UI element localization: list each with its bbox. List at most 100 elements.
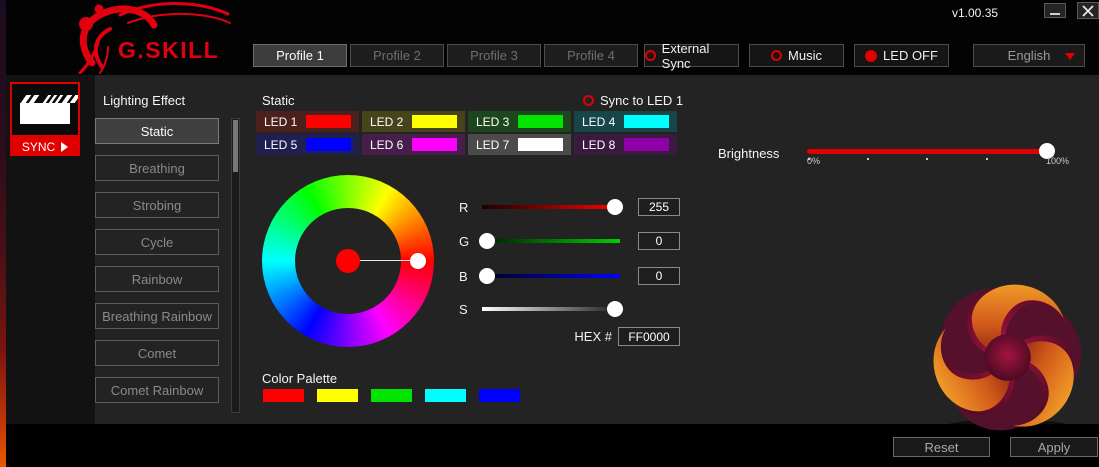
palette-swatch-0000ff[interactable] [479,389,520,402]
brightness-slider-track[interactable] [807,149,1047,154]
arrow-right-icon [61,142,68,152]
effects-scrollbar-thumb[interactable] [233,120,238,172]
palette-swatch-ff0000[interactable] [263,389,304,402]
brightness-label: Brightness [718,146,779,161]
g-slider-label: G [459,234,469,249]
effect-breathing-rainbow[interactable]: Breathing Rainbow [95,303,219,329]
led-cell-led-4[interactable]: LED 4 [574,111,677,132]
effect-rainbow[interactable]: Rainbow [95,266,219,292]
b-slider-track[interactable] [482,274,620,278]
header-toggle-bar: External Sync Music LED OFF [644,44,949,67]
b-value-input[interactable]: 0 [638,267,680,285]
music-button[interactable]: Music [749,44,844,67]
minimize-icon [1050,13,1060,15]
selected-color-preview [336,249,360,273]
led-cell-led-6[interactable]: LED 6 [362,134,465,155]
s-slider-handle[interactable] [607,301,623,317]
sync-label: SYNC [22,140,55,154]
effects-scrollbar[interactable] [231,118,240,413]
external-sync-button[interactable]: External Sync [644,44,739,67]
tab-profile-4[interactable]: Profile 4 [544,44,638,67]
close-button[interactable] [1077,2,1099,19]
b-slider-row: B 0 [459,267,684,285]
g-slider-row: G 0 [459,232,684,250]
minimize-button[interactable] [1044,3,1066,18]
led-label: LED 5 [264,138,297,152]
music-label: Music [788,48,822,63]
close-icon [1082,5,1094,17]
effect-comet[interactable]: Comet [95,340,219,366]
reset-button[interactable]: Reset [893,437,990,457]
hex-value-input[interactable]: FF0000 [618,327,680,346]
led-cell-led-5[interactable]: LED 5 [256,134,359,155]
led-label: LED 3 [476,115,509,129]
led-cell-led-8[interactable]: LED 8 [574,134,677,155]
led-dot-icon [865,50,877,62]
brightness-tick [867,158,869,160]
led-color-swatch [412,115,457,128]
r-slider-row: R 255 [459,198,684,216]
effect-comet-rainbow[interactable]: Comet Rainbow [95,377,219,403]
radio-ring-icon [771,50,782,61]
r-value-input[interactable]: 255 [638,198,680,216]
brightness-tick [986,158,988,160]
s-slider-row: S [459,300,684,318]
color-palette [263,389,520,402]
external-sync-label: External Sync [662,41,738,71]
led-label: LED 6 [370,138,403,152]
tab-profile-2[interactable]: Profile 2 [350,44,444,67]
effects-list: Static Breathing Strobing Cycle Rainbow Breat… [95,118,219,403]
sync-to-led1-toggle[interactable]: Sync to LED 1 [583,93,683,108]
led-cell-led-1[interactable]: LED 1 [256,111,359,132]
b-slider-handle[interactable] [479,268,495,284]
r-slider-label: R [459,200,468,215]
version-label: v1.00.35 [952,6,998,20]
gskill-logo: G.SKILL [62,1,232,74]
led-cell-led-7[interactable]: LED 7 [468,134,571,155]
radio-ring-icon [645,50,656,61]
hex-label: HEX # [560,329,612,344]
led-label: LED 7 [476,138,509,152]
edge-gradient-strip [0,0,6,467]
color-palette-title: Color Palette [262,371,337,386]
r-slider-handle[interactable] [607,199,623,215]
palette-swatch-00e400[interactable] [371,389,412,402]
led-color-swatch [624,115,669,128]
effect-strobing[interactable]: Strobing [95,192,219,218]
g-value-input[interactable]: 0 [638,232,680,250]
svg-text:G.SKILL: G.SKILL [118,37,219,63]
effect-static[interactable]: Static [95,118,219,144]
color-wheel-handle[interactable] [410,253,426,269]
g-slider-track[interactable] [482,239,620,243]
apply-button[interactable]: Apply [1010,437,1098,457]
s-slider-track[interactable] [482,307,620,311]
led-label: LED 2 [370,115,403,129]
tab-profile-1[interactable]: Profile 1 [253,44,347,67]
b-slider-label: B [459,269,468,284]
led-color-swatch [518,138,563,151]
led-label: LED 1 [264,115,297,129]
brightness-max-label: 100% [1046,156,1069,166]
swirl-emblem [930,280,1085,435]
chevron-down-icon [1065,53,1075,60]
led-cell-led-2[interactable]: LED 2 [362,111,465,132]
sync-device-button[interactable]: SYNC [10,137,80,156]
palette-swatch-ffff00[interactable] [317,389,358,402]
effect-cycle[interactable]: Cycle [95,229,219,255]
led-color-swatch [306,115,351,128]
gskill-lighting-app: G.SKILL v1.00.35 Profile 1Profile 2Profi… [0,0,1099,467]
g-slider-handle[interactable] [479,233,495,249]
tab-profile-3[interactable]: Profile 3 [447,44,541,67]
device-thumbnail-sync[interactable] [10,82,80,137]
palette-swatch-00ffff[interactable] [425,389,466,402]
led-off-button[interactable]: LED OFF [854,44,949,67]
brightness-min-label: 0% [807,156,820,166]
r-slider-track[interactable] [482,205,620,209]
led-color-swatch [306,138,351,151]
ram-module-icon [12,84,78,135]
led-label: LED 8 [582,138,615,152]
effect-breathing[interactable]: Breathing [95,155,219,181]
led-cell-led-3[interactable]: LED 3 [468,111,571,132]
brightness-tick [926,158,928,160]
language-dropdown[interactable]: English [973,44,1085,67]
